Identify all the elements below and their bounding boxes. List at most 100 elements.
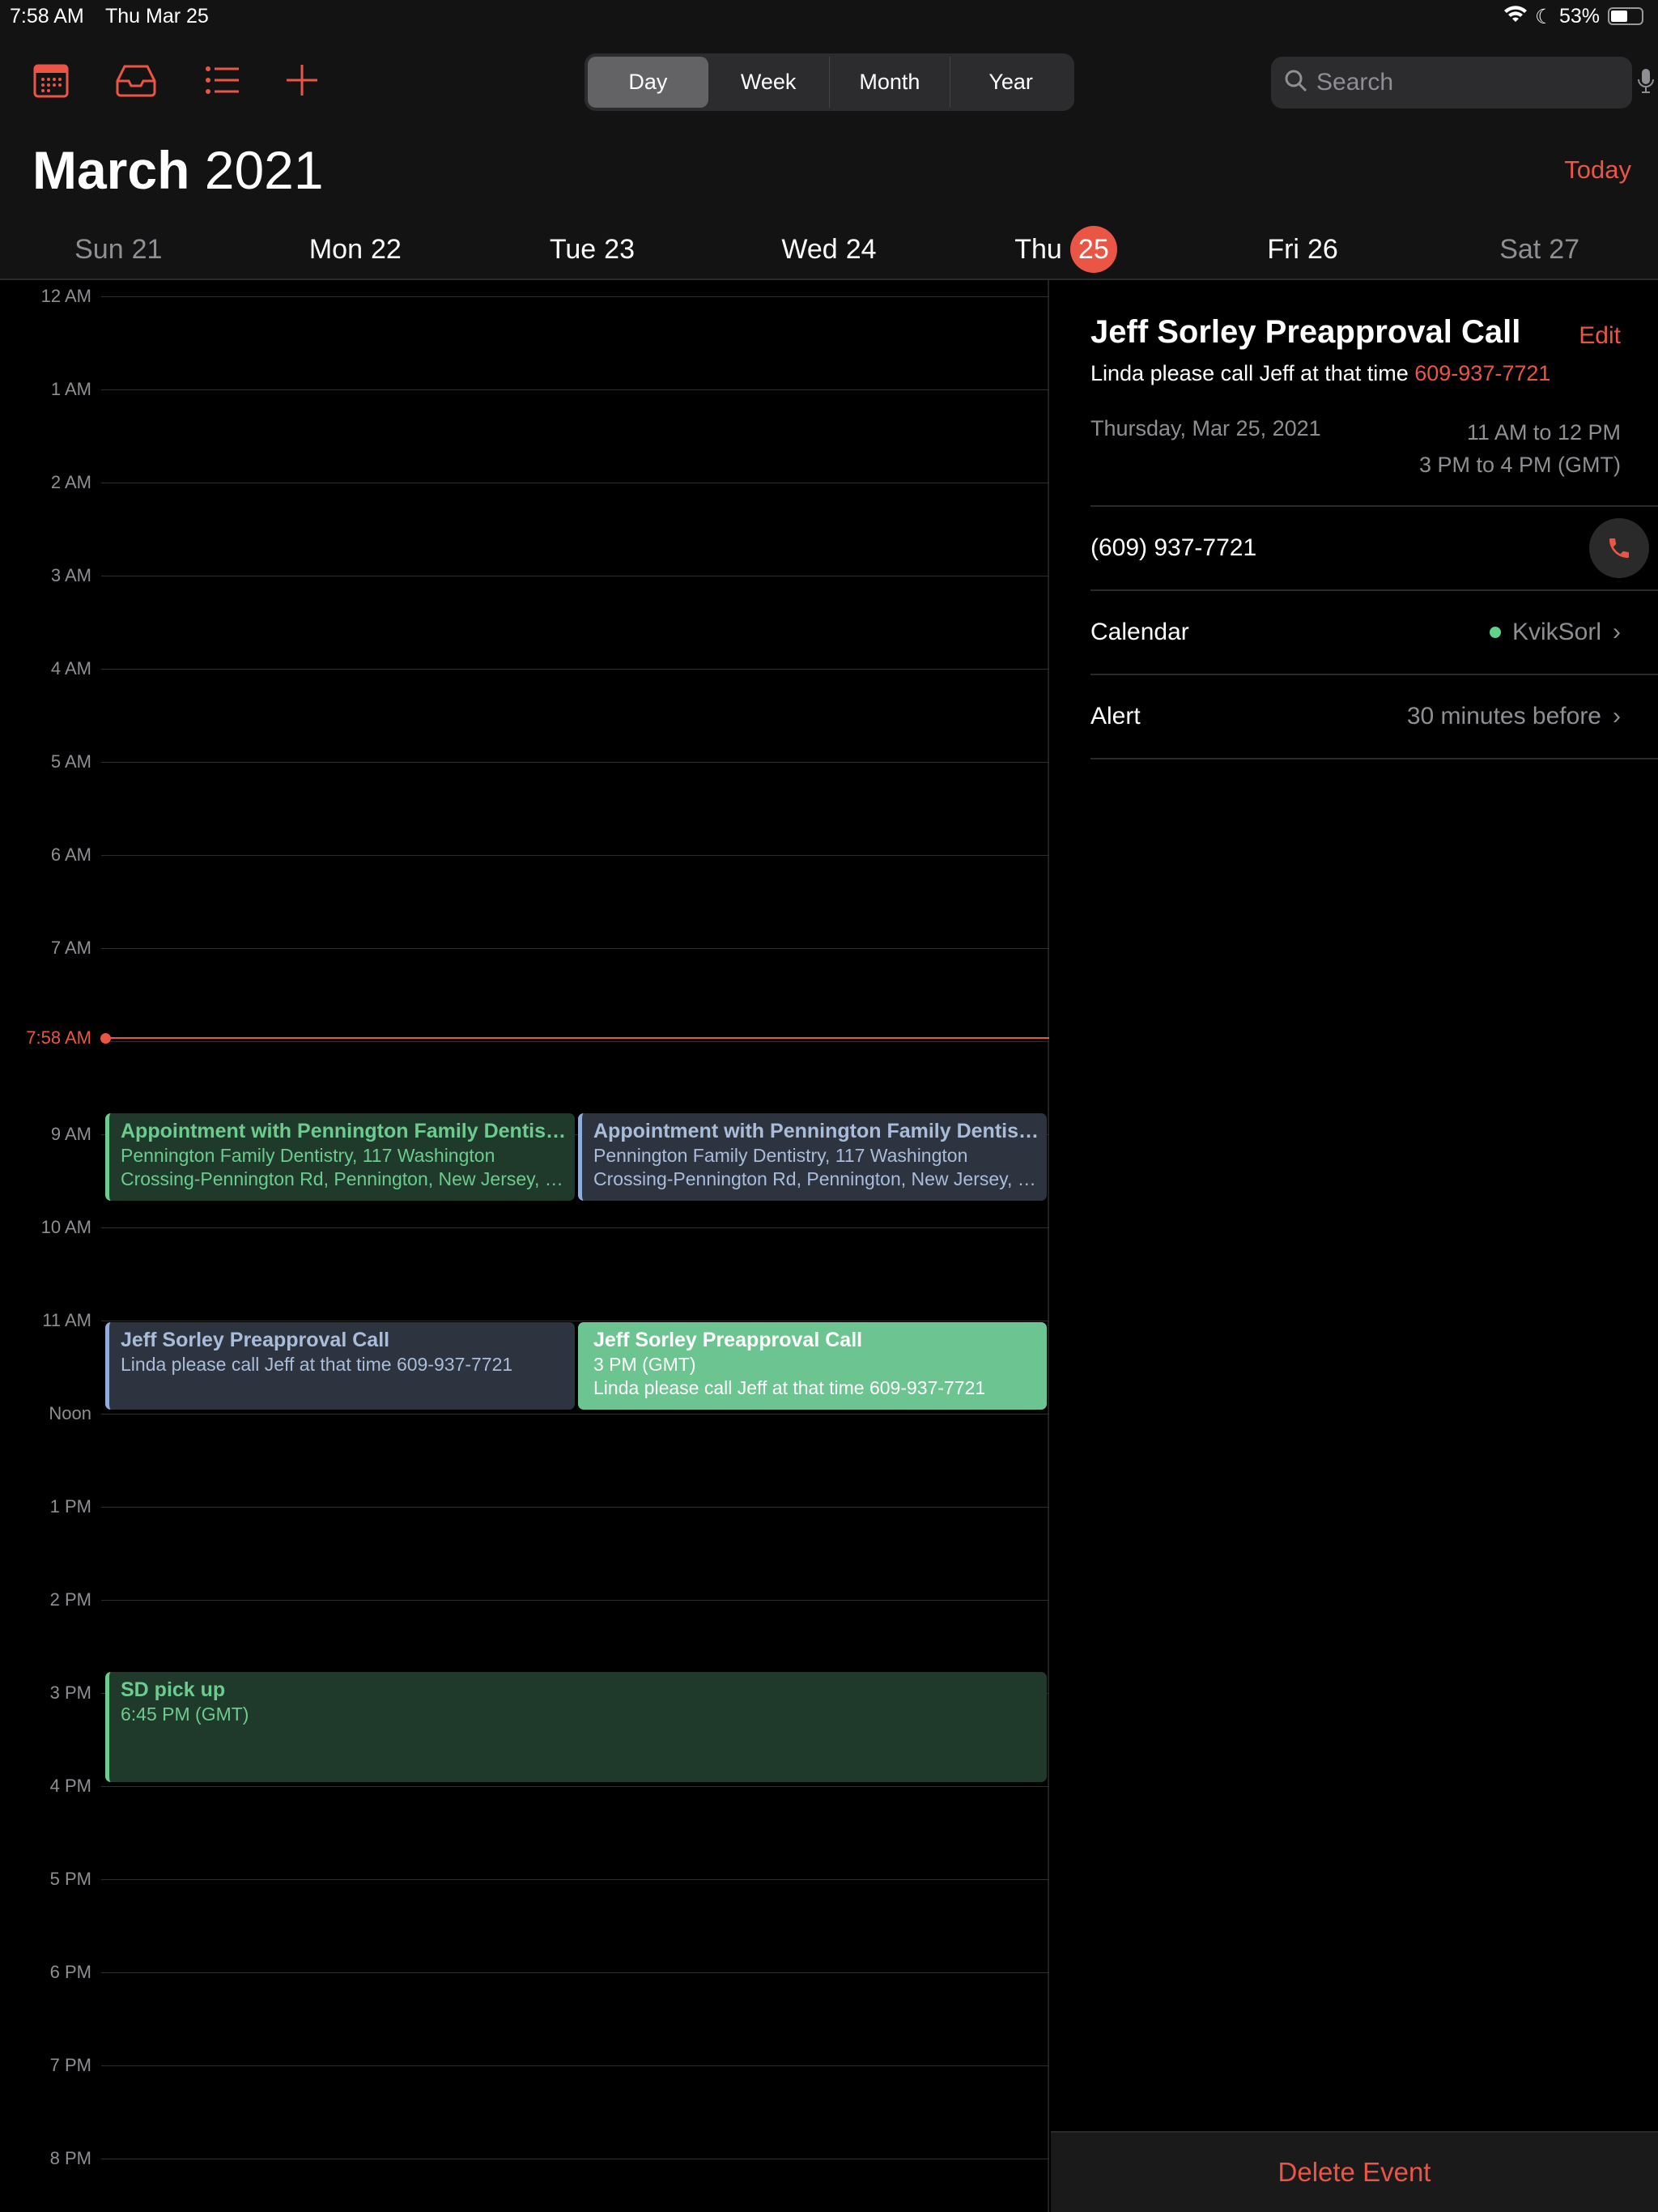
day-name: Wed: [781, 233, 838, 265]
day-header-sat[interactable]: Sat 27: [1421, 227, 1658, 272]
day-grid[interactable]: 8 PM 7 PM 6 PM 5 PM 4 PM 3 PM 2 PM 1 PM Noon 11 A…: [0, 280, 1049, 2212]
day-header-tue[interactable]: Tue 23: [474, 227, 711, 272]
hour-label: 1 PM: [49, 1496, 91, 1516]
event-time: 11 AM to 12 PM 3 PM to 4 PM (GMT): [1419, 416, 1621, 481]
hour-label: 7 PM: [49, 2055, 91, 2075]
year-label: 2021: [204, 140, 324, 200]
day-name: Mon: [308, 233, 363, 265]
divider: [1090, 758, 1658, 759]
day-number: 27: [1549, 233, 1580, 265]
phone-number: (609) 937-7721: [1090, 534, 1257, 561]
page-title: March 2021: [32, 139, 324, 201]
hour-label: 6 PM: [49, 1962, 91, 1982]
hour-label: 9 AM: [50, 1124, 91, 1144]
event-notes: Linda please call Jeff at that time 609-…: [121, 1354, 513, 1375]
hour-line: [101, 1507, 1049, 1508]
month-label: March: [32, 140, 190, 200]
day-name: Fri: [1267, 233, 1299, 265]
day-header-thu[interactable]: Thu 25: [947, 226, 1184, 273]
hour-label: Noon: [49, 1403, 91, 1423]
event-time: 6:45 PM (GMT): [121, 1704, 249, 1725]
today-button[interactable]: Today: [1564, 155, 1631, 185]
day-name: Thu: [1014, 233, 1062, 265]
tab-month[interactable]: Month: [830, 57, 951, 108]
hour-label: 3 AM: [50, 565, 91, 585]
calendars-icon[interactable]: [32, 62, 73, 102]
day-name: Sat: [1499, 233, 1541, 265]
hour-label: 8 PM: [49, 2148, 91, 2168]
chevron-right-icon: ›: [1613, 619, 1621, 645]
hour-line: [101, 948, 1049, 949]
day-header-sun[interactable]: Sun 21: [0, 227, 237, 272]
event-detail-title: Jeff Sorley Preapproval Call: [1090, 314, 1521, 350]
delete-event-button[interactable]: Delete Event: [1051, 2131, 1658, 2212]
hour-line: [101, 1972, 1049, 1973]
event-title: Appointment with Pennington Family Denti…: [121, 1120, 567, 1142]
current-time-line: [101, 1037, 1049, 1040]
event-dentist-2[interactable]: Appointment with Pennington Family Denti…: [578, 1113, 1047, 1201]
event-sd-pickup[interactable]: SD pick up 6:45 PM (GMT): [105, 1672, 1047, 1782]
event-title: Jeff Sorley Preapproval Call: [121, 1329, 390, 1351]
event-location-2: Crossing-Pennington Rd, Pennington, New …: [121, 1168, 567, 1189]
calendar-row[interactable]: Calendar KvikSorl ›: [1090, 592, 1621, 673]
battery-icon: [1608, 7, 1643, 25]
inbox-icon[interactable]: [115, 62, 156, 102]
week-day-header: Sun 21 Mon 22 Tue 23 Wed 24 Thu 25 Fri 26 Sat 27: [0, 226, 1658, 273]
event-title: SD pick up: [121, 1678, 226, 1701]
status-date: Thu Mar 25: [105, 5, 209, 28]
list-icon[interactable]: [204, 62, 244, 102]
alert-row[interactable]: Alert 30 minutes before ›: [1090, 676, 1621, 757]
tab-year[interactable]: Year: [950, 57, 1071, 108]
day-header-mon[interactable]: Mon 22: [237, 227, 474, 272]
hour-label: 11 AM: [42, 1310, 91, 1330]
add-icon[interactable]: [283, 62, 324, 102]
event-dentist-1[interactable]: Appointment with Pennington Family Denti…: [105, 1113, 575, 1201]
day-number: 26: [1307, 233, 1338, 265]
calendar-value: KvikSorl: [1511, 619, 1601, 645]
calendar-label: Calendar: [1090, 619, 1189, 645]
search-field[interactable]: [1271, 57, 1654, 108]
phone-row[interactable]: (609) 937-7721: [1090, 508, 1649, 589]
status-time: 7:58 AM: [10, 5, 84, 28]
divider: [1090, 674, 1658, 675]
search-icon: [1284, 69, 1308, 97]
moon-icon: ☾: [1535, 6, 1554, 28]
event-notes: Linda please call Jeff at that time 609-…: [1090, 361, 1550, 386]
hour-line: [101, 1879, 1049, 1880]
microphone-icon[interactable]: [1637, 68, 1655, 98]
hour-line: [101, 296, 1049, 297]
hour-label: 2 AM: [50, 472, 91, 492]
hour-line: [101, 1600, 1049, 1601]
phone-icon[interactable]: [1589, 518, 1649, 578]
event-time-local: 11 AM to 12 PM: [1466, 420, 1621, 445]
tab-day[interactable]: Day: [588, 57, 708, 108]
event-time-gmt: 3 PM to 4 PM (GMT): [1418, 453, 1621, 477]
event-detail-panel: Jeff Sorley Preapproval Call Edit Linda …: [1051, 280, 1658, 2212]
hour-label: 2 PM: [49, 1589, 91, 1610]
hour-label: 10 AM: [40, 1217, 91, 1237]
event-date: Thursday, Mar 25, 2021: [1090, 416, 1321, 440]
hour-label: 1 AM: [50, 379, 91, 399]
day-number: 21: [131, 233, 163, 265]
day-name: Sun: [74, 233, 124, 265]
divider: [1090, 589, 1658, 591]
event-location: Pennington Family Dentistry, 117 Washing…: [121, 1145, 495, 1166]
day-header-fri[interactable]: Fri 26: [1184, 227, 1422, 272]
day-header-wed[interactable]: Wed 24: [711, 227, 948, 272]
tab-week[interactable]: Week: [708, 57, 830, 108]
hour-label: 3 PM: [49, 1682, 91, 1703]
event-notes: Linda please call Jeff at that time 609-…: [593, 1377, 986, 1398]
phone-link[interactable]: 609-937-7721: [1414, 361, 1550, 385]
current-time-dot: [100, 1033, 111, 1044]
top-bar: 7:58 AM Thu Mar 25 ☾ 53% Day Week Month …: [0, 0, 1658, 280]
event-location-2: Crossing-Pennington Rd, Pennington, New …: [593, 1168, 1039, 1189]
event-jeff-call-selected[interactable]: Jeff Sorley Preapproval Call 3 PM (GMT) …: [578, 1322, 1047, 1410]
search-input[interactable]: [1316, 69, 1629, 96]
hour-label: 4 AM: [50, 658, 91, 678]
event-jeff-call-1[interactable]: Jeff Sorley Preapproval Call Linda pleas…: [105, 1322, 575, 1410]
battery-percent: 53%: [1559, 5, 1601, 28]
edit-button[interactable]: Edit: [1579, 322, 1621, 350]
event-time: 3 PM (GMT): [593, 1354, 696, 1375]
hour-label: 5 AM: [50, 751, 91, 772]
wifi-icon: [1503, 3, 1528, 30]
